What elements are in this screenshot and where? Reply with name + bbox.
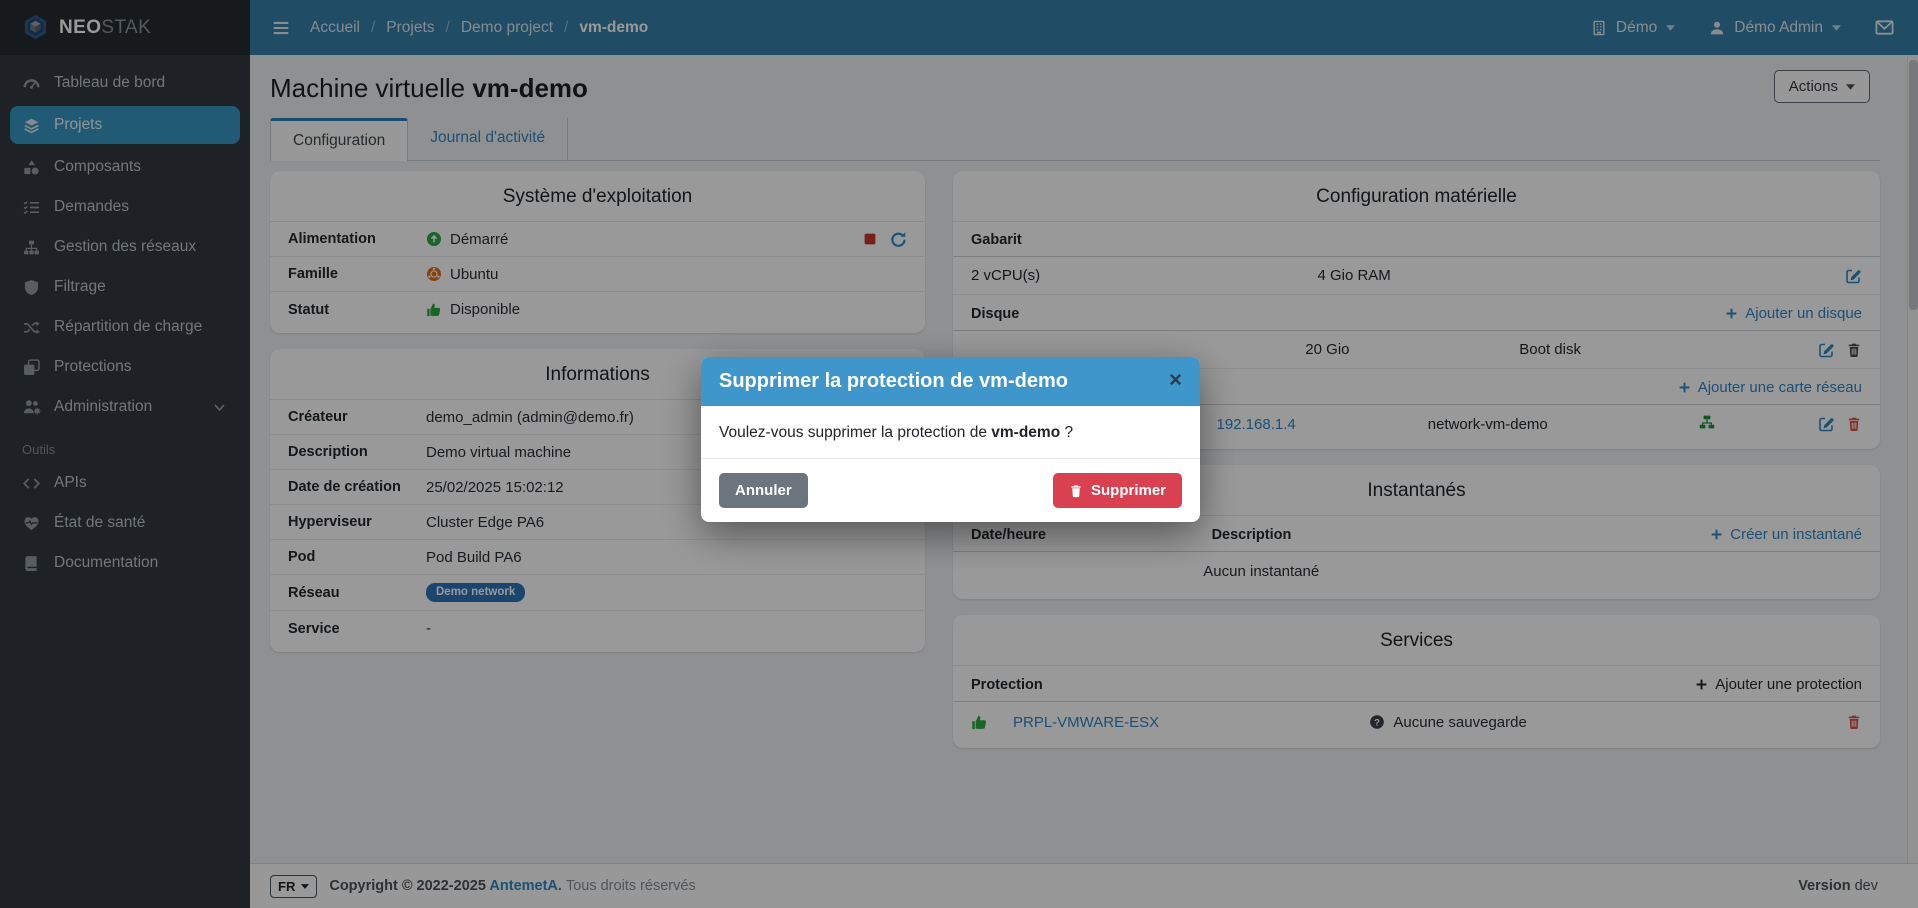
close-icon[interactable]: × xyxy=(1169,369,1182,391)
modal-header: Supprimer la protection de vm-demo × xyxy=(701,357,1200,406)
confirm-delete-button[interactable]: Supprimer xyxy=(1052,473,1182,508)
cancel-button[interactable]: Annuler xyxy=(719,473,808,508)
modal-title: Supprimer la protection de vm-demo xyxy=(719,370,1068,392)
trash-icon xyxy=(1069,484,1083,498)
delete-protection-modal: Supprimer la protection de vm-demo × Vou… xyxy=(701,357,1200,522)
modal-body: Voulez-vous supprimer la protection de v… xyxy=(701,406,1200,459)
modal-footer: Annuler Supprimer xyxy=(701,459,1200,522)
